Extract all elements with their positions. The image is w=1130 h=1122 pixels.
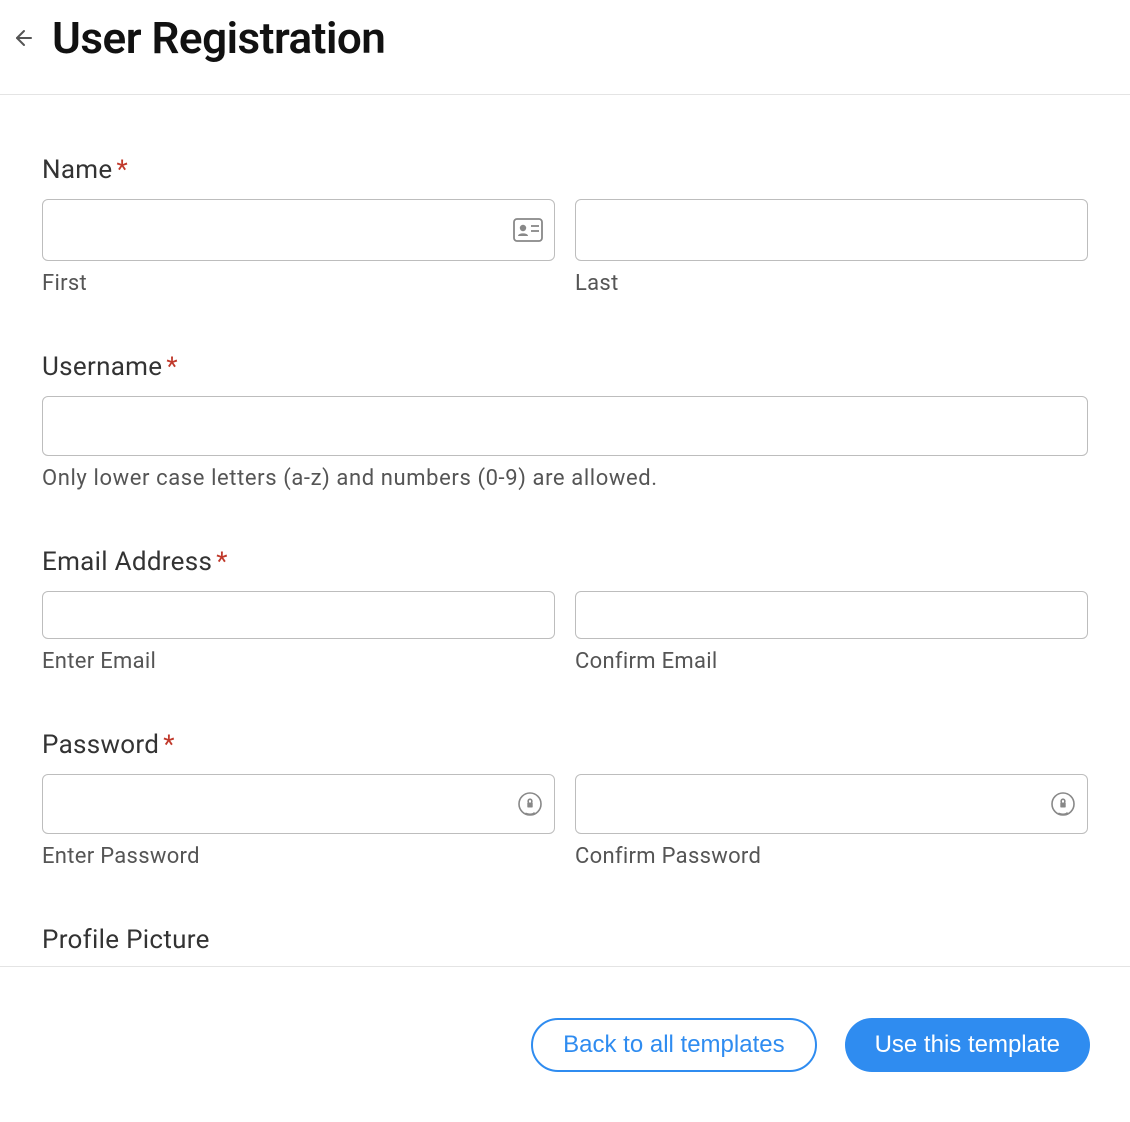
required-asterisk: * <box>216 547 228 577</box>
email-label-text: Email Address <box>42 547 212 577</box>
password-label: Password* <box>42 730 1088 760</box>
back-arrow-button[interactable] <box>10 24 38 52</box>
name-group: Name* First <box>42 155 1088 296</box>
last-name-input[interactable] <box>575 199 1088 261</box>
first-name-sublabel: First <box>42 271 555 296</box>
username-group: Username* Only lower case letters (a-z) … <box>42 352 1088 491</box>
profile-picture-group: Profile Picture <box>42 925 1088 955</box>
confirm-email-input[interactable] <box>575 591 1088 639</box>
confirm-password-input[interactable] <box>575 774 1088 834</box>
email-sublabel: Enter Email <box>42 649 555 674</box>
required-asterisk: * <box>163 730 175 760</box>
back-to-templates-button[interactable]: Back to all templates <box>531 1018 816 1072</box>
page-header: User Registration <box>0 0 1130 95</box>
form-container: Name* First <box>0 95 1130 1061</box>
name-label-text: Name <box>42 155 112 185</box>
confirm-password-sublabel: Confirm Password <box>575 844 1088 869</box>
username-input[interactable] <box>42 396 1088 456</box>
arrow-left-icon <box>12 26 36 50</box>
email-input[interactable] <box>42 591 555 639</box>
username-label-text: Username <box>42 352 162 382</box>
password-sublabel: Enter Password <box>42 844 555 869</box>
use-template-button[interactable]: Use this template <box>845 1018 1090 1072</box>
confirm-email-sublabel: Confirm Email <box>575 649 1088 674</box>
required-asterisk: * <box>116 155 128 185</box>
email-group: Email Address* Enter Email Confirm Email <box>42 547 1088 674</box>
username-helper: Only lower case letters (a-z) and number… <box>42 466 1088 491</box>
footer-bar: Back to all templates Use this template <box>0 966 1130 1122</box>
last-name-sublabel: Last <box>575 271 1088 296</box>
password-label-text: Password <box>42 730 159 760</box>
email-label: Email Address* <box>42 547 1088 577</box>
required-asterisk: * <box>166 352 178 382</box>
profile-picture-label: Profile Picture <box>42 925 1088 955</box>
page-title: User Registration <box>52 12 385 64</box>
password-input[interactable] <box>42 774 555 834</box>
username-label: Username* <box>42 352 1088 382</box>
password-group: Password* Enter Passwor <box>42 730 1088 869</box>
first-name-input[interactable] <box>42 199 555 261</box>
name-label: Name* <box>42 155 1088 185</box>
